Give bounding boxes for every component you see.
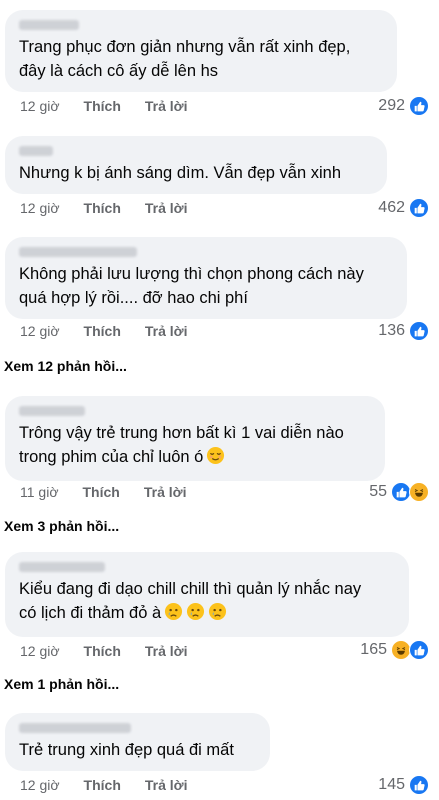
comment-3: Không phải lưu lượng thì chọn phong cách…: [5, 237, 407, 319]
like-button[interactable]: Thích: [84, 98, 121, 114]
like-button[interactable]: Thích: [84, 643, 121, 659]
laughing-face-icon: [391, 640, 411, 660]
like-button[interactable]: Thích: [84, 200, 121, 216]
reply-button[interactable]: Trả lời: [145, 323, 188, 339]
comment-time: 11 giờ: [20, 484, 59, 500]
reply-button[interactable]: Trả lời: [144, 484, 187, 500]
thumbs-up-icon: [409, 198, 429, 218]
comment-actions: 12 giờ Thích Trả lời: [20, 643, 188, 659]
author-name-blurred[interactable]: [19, 146, 53, 156]
laughing-face-icon: [409, 482, 429, 502]
author-name-blurred[interactable]: [19, 723, 131, 733]
comment-actions: 12 giờ Thích Trả lời: [20, 777, 188, 793]
comment-time: 12 giờ: [20, 643, 60, 659]
comment-actions: 12 giờ Thích Trả lời: [20, 98, 188, 114]
comment-bubble: Kiểu đang đi dạo chill chill thì quản lý…: [5, 552, 409, 637]
crying-face-icon: [164, 602, 183, 628]
reaction-summary[interactable]: 165: [360, 640, 429, 660]
comment-2: Nhưng k bị ánh sáng dìm. Vẫn đẹp vẫn xin…: [5, 136, 387, 194]
reply-button[interactable]: Trả lời: [145, 98, 188, 114]
thumbs-up-icon: [409, 775, 429, 795]
comment-bubble: Trông vậy trẻ trung hơn bất kì 1 vai diễ…: [5, 396, 385, 481]
reaction-count: 55: [369, 483, 387, 500]
view-replies-link[interactable]: Xem 1 phản hồi...: [4, 676, 119, 692]
reaction-count: 462: [378, 199, 405, 216]
comment-time: 12 giờ: [20, 323, 60, 339]
like-button[interactable]: Thích: [83, 484, 120, 500]
like-button[interactable]: Thích: [84, 777, 121, 793]
thumbs-up-icon: [409, 96, 429, 116]
author-name-blurred[interactable]: [19, 562, 105, 572]
reaction-summary[interactable]: 145: [378, 775, 429, 795]
reaction-count: 165: [360, 641, 387, 658]
comment-4: Trông vậy trẻ trung hơn bất kì 1 vai diễ…: [5, 396, 385, 481]
comment-time: 12 giờ: [20, 200, 60, 216]
thumbs-up-icon: [391, 482, 411, 502]
comment-5: Kiểu đang đi dạo chill chill thì quản lý…: [5, 552, 409, 637]
comment-text: Trẻ trung xinh đẹp quá đi mất: [19, 741, 234, 759]
comment-6: Trẻ trung xinh đẹp quá đi mất: [5, 713, 270, 771]
comment-1: Trang phục đơn giản nhưng vẫn rất xinh đ…: [5, 10, 397, 92]
thumbs-up-icon: [409, 640, 429, 660]
reply-button[interactable]: Trả lời: [145, 200, 188, 216]
comment-bubble: Trang phục đơn giản nhưng vẫn rất xinh đ…: [5, 10, 397, 92]
reaction-count: 292: [378, 97, 405, 114]
comment-text-content: Trông vậy trẻ trung hơn bất kì 1 vai diễ…: [19, 424, 344, 466]
reaction-summary[interactable]: 292: [378, 96, 429, 116]
comment-text: Trang phục đơn giản nhưng vẫn rất xinh đ…: [19, 38, 351, 80]
author-name-blurred[interactable]: [19, 406, 85, 416]
comment-text: Không phải lưu lượng thì chọn phong cách…: [19, 265, 364, 307]
comment-time: 12 giờ: [20, 98, 60, 114]
comment-bubble: Trẻ trung xinh đẹp quá đi mất: [5, 713, 270, 771]
comment-actions: 11 giờ Thích Trả lời: [20, 484, 186, 500]
crying-face-icon: [186, 602, 205, 628]
view-replies-link[interactable]: Xem 12 phản hồi...: [4, 358, 127, 374]
author-name-blurred[interactable]: [19, 247, 137, 257]
thumbs-up-icon: [409, 321, 429, 341]
comment-text: Kiểu đang đi dạo chill chill thì quản lý…: [19, 577, 397, 628]
comment-actions: 12 giờ Thích Trả lời: [20, 200, 188, 216]
comment-bubble: Nhưng k bị ánh sáng dìm. Vẫn đẹp vẫn xin…: [5, 136, 387, 194]
comment-bubble: Không phải lưu lượng thì chọn phong cách…: [5, 237, 407, 319]
reaction-summary[interactable]: 55: [369, 482, 429, 502]
view-replies-link[interactable]: Xem 3 phản hồi...: [4, 518, 119, 534]
comment-actions: 12 giờ Thích Trả lời: [20, 323, 188, 339]
reaction-count: 145: [378, 776, 405, 793]
comment-text: Trông vậy trẻ trung hơn bất kì 1 vai diễ…: [19, 421, 373, 472]
reply-button[interactable]: Trả lời: [145, 777, 188, 793]
like-button[interactable]: Thích: [84, 323, 121, 339]
reaction-count: 136: [378, 322, 405, 339]
reaction-summary[interactable]: 462: [378, 198, 429, 218]
author-name-blurred[interactable]: [19, 20, 79, 30]
comment-time: 12 giờ: [20, 777, 60, 793]
reaction-summary[interactable]: 136: [378, 321, 429, 341]
reply-button[interactable]: Trả lời: [145, 643, 188, 659]
relieved-face-icon: [206, 446, 225, 472]
comment-text: Nhưng k bị ánh sáng dìm. Vẫn đẹp vẫn xin…: [19, 164, 341, 182]
crying-face-icon: [208, 602, 227, 628]
